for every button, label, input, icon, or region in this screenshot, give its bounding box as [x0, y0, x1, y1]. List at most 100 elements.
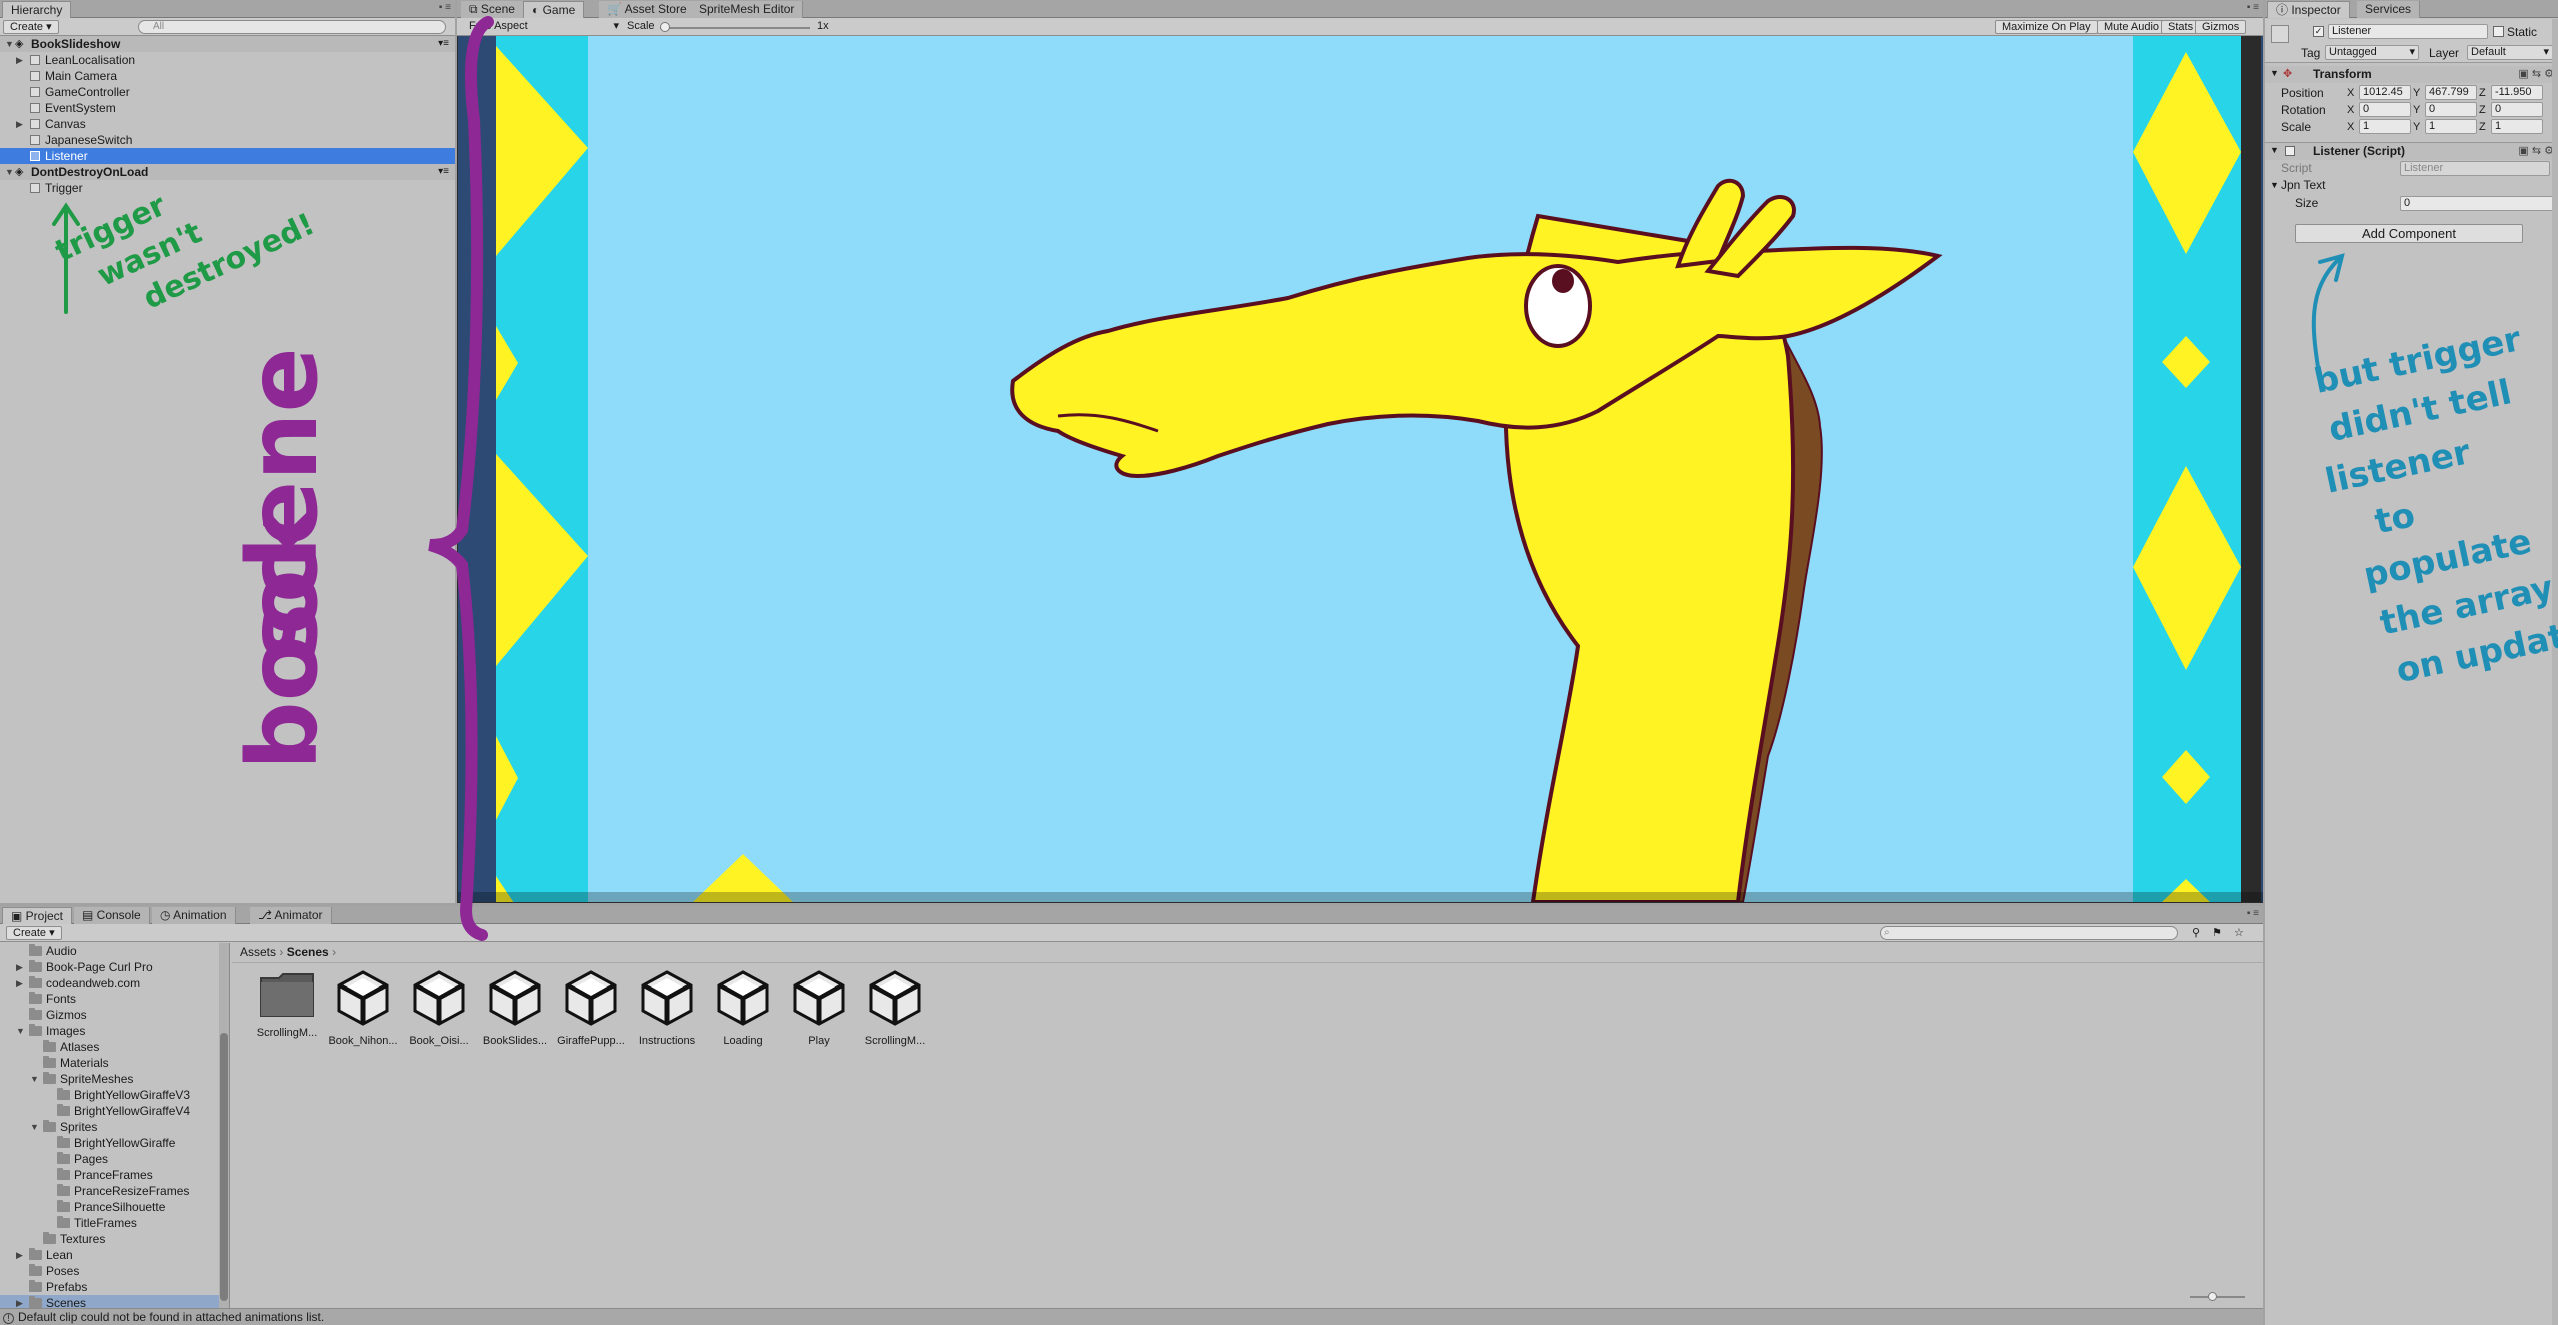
transform-rotation-y-field[interactable]: 0: [2425, 102, 2477, 117]
game-view[interactable]: [458, 36, 2263, 902]
fold-arrow-icon[interactable]: ▼: [5, 36, 14, 52]
expand-arrow-icon[interactable]: ▶: [16, 975, 23, 991]
folder-tree-item[interactable]: PranceFrames: [0, 1167, 219, 1183]
folder-tree-item[interactable]: Prefabs: [0, 1279, 219, 1295]
script-enabled-checkbox[interactable]: [2285, 146, 2295, 156]
fold-arrow-icon[interactable]: ▼: [2270, 145, 2279, 155]
static-checkbox[interactable]: [2493, 26, 2504, 37]
inspector-scrollbar[interactable]: [2552, 19, 2558, 1325]
fold-arrow-icon[interactable]: ▼: [5, 164, 14, 180]
folder-tree-item[interactable]: PranceSilhouette: [0, 1199, 219, 1215]
breadcrumb-scenes[interactable]: Scenes: [287, 945, 329, 959]
component-settings-icon[interactable]: ▣ ⇆ ⚙: [2518, 144, 2554, 157]
folder-tree-item[interactable]: ▶ Scenes: [0, 1295, 219, 1308]
tag-dropdown[interactable]: Untagged ▾: [2325, 45, 2419, 60]
folder-tree-item[interactable]: ▼ Sprites: [0, 1119, 219, 1135]
mute-audio-toggle[interactable]: Mute Audio: [2097, 20, 2167, 34]
folder-tree-item[interactable]: Audio: [0, 943, 219, 959]
asset-scene-file[interactable]: Instructions: [631, 968, 703, 1047]
hierarchy-item[interactable]: Listener: [0, 148, 455, 164]
hierarchy-item[interactable]: GameController: [0, 84, 455, 100]
folder-tree-item[interactable]: TitleFrames: [0, 1215, 219, 1231]
expand-arrow-icon[interactable]: ▶: [16, 1247, 23, 1263]
filter-label-icon[interactable]: ⚑: [2212, 926, 2222, 939]
scale-slider-thumb[interactable]: [660, 22, 670, 32]
asset-scene-file[interactable]: Loading: [707, 968, 779, 1047]
component-settings-icon[interactable]: ▣ ⇆ ⚙: [2518, 67, 2554, 80]
hierarchy-search-input[interactable]: All: [138, 20, 446, 34]
transform-position-z-field[interactable]: -11.950: [2491, 85, 2543, 100]
folder-tree-item[interactable]: Poses: [0, 1263, 219, 1279]
scale-slider[interactable]: [660, 22, 810, 32]
folder-tree-item[interactable]: Gizmos: [0, 1007, 219, 1023]
tab-scene[interactable]: ⧉ Scene: [461, 1, 524, 18]
hierarchy-item[interactable]: ▶ LeanLocalisation: [0, 52, 455, 68]
transform-scale-y-field[interactable]: 1: [2425, 119, 2477, 134]
aspect-dropdown[interactable]: Free Aspect ▾: [463, 20, 623, 34]
tree-scrollbar-thumb[interactable]: [220, 1033, 228, 1301]
folder-tree-item[interactable]: ▶ codeandweb.com: [0, 975, 219, 991]
asset-scene-file[interactable]: GiraffePupp...: [555, 968, 627, 1047]
expand-arrow-icon[interactable]: ▶: [16, 1295, 23, 1308]
folder-tree-item[interactable]: ▶ Book-Page Curl Pro: [0, 959, 219, 975]
create-button[interactable]: Create ▾: [3, 20, 59, 34]
folder-tree-item[interactable]: Fonts: [0, 991, 219, 1007]
folder-tree-item[interactable]: Textures: [0, 1231, 219, 1247]
hierarchy-item[interactable]: EventSystem: [0, 100, 455, 116]
folder-tree-item[interactable]: Pages: [0, 1151, 219, 1167]
add-component-button[interactable]: Add Component: [2295, 224, 2523, 243]
hierarchy-item[interactable]: JapaneseSwitch: [0, 132, 455, 148]
tab-console[interactable]: ▤ Console: [74, 907, 150, 924]
filter-type-icon[interactable]: ⚲: [2192, 926, 2200, 939]
folder-tree-item[interactable]: BrightYellowGiraffe: [0, 1135, 219, 1151]
folder-tree-item[interactable]: ▼ SpriteMeshes: [0, 1071, 219, 1087]
asset-scene-file[interactable]: ScrollingM...: [859, 968, 931, 1047]
panel-menu-icon[interactable]: ▪ ≡: [2247, 908, 2259, 919]
tab-inspector[interactable]: ⓘ Inspector: [2267, 1, 2350, 18]
breadcrumb-assets[interactable]: Assets: [240, 945, 276, 959]
transform-position-x-field[interactable]: 1012.45: [2359, 85, 2411, 100]
scene-menu-icon[interactable]: ▾≡: [438, 36, 449, 52]
active-checkbox[interactable]: ✓: [2313, 26, 2324, 37]
hierarchy-item[interactable]: ▶ Canvas: [0, 116, 455, 132]
expand-arrow-icon[interactable]: ▶: [16, 116, 23, 132]
folder-tree-item[interactable]: ▼ Images: [0, 1023, 219, 1039]
folder-tree-item[interactable]: BrightYellowGiraffeV4: [0, 1103, 219, 1119]
tab-project[interactable]: ▣ Project: [2, 907, 73, 924]
zoom-slider-thumb[interactable]: [2208, 1292, 2217, 1301]
fold-arrow-icon[interactable]: ▼: [2270, 68, 2279, 78]
project-create-button[interactable]: Create ▾: [6, 926, 62, 940]
tab-hierarchy[interactable]: Hierarchy: [2, 1, 72, 18]
project-search-input[interactable]: ⌕: [1880, 926, 2178, 940]
asset-scene-file[interactable]: BookSlides...: [479, 968, 551, 1047]
folder-tree-item[interactable]: ▶ Lean: [0, 1247, 219, 1263]
asset-folder[interactable]: ScrollingM...: [251, 968, 323, 1039]
transform-scale-z-field[interactable]: 1: [2491, 119, 2543, 134]
asset-scene-file[interactable]: Book_Oisi...: [403, 968, 475, 1047]
transform-rotation-z-field[interactable]: 0: [2491, 102, 2543, 117]
asset-scene-file[interactable]: Play: [783, 968, 855, 1047]
panel-menu-icon[interactable]: ▪ ≡: [2247, 2, 2259, 13]
maximize-on-play-toggle[interactable]: Maximize On Play: [1995, 20, 2098, 34]
object-name-field[interactable]: Listener: [2328, 24, 2488, 39]
folder-tree-item[interactable]: BrightYellowGiraffeV3: [0, 1087, 219, 1103]
panel-menu-icon[interactable]: ▪ ≡: [439, 2, 451, 13]
transform-scale-x-field[interactable]: 1: [2359, 119, 2411, 134]
tab-asset-store[interactable]: 🛒 Asset Store: [599, 1, 696, 18]
folder-tree-item[interactable]: PranceResizeFrames: [0, 1183, 219, 1199]
expand-arrow-icon[interactable]: ▶: [16, 959, 23, 975]
tree-scrollbar[interactable]: [219, 943, 229, 1308]
folder-tree-item[interactable]: Atlases: [0, 1039, 219, 1055]
scene-menu-icon[interactable]: ▾≡: [438, 164, 449, 180]
transform-header[interactable]: ▼ ✥ Transform ▣ ⇆ ⚙: [2265, 66, 2558, 83]
expand-arrow-icon[interactable]: ▼: [30, 1119, 39, 1135]
expand-arrow-icon[interactable]: ▼: [30, 1071, 39, 1087]
hierarchy-item[interactable]: Main Camera: [0, 68, 455, 84]
fold-arrow-icon[interactable]: ▼: [2270, 180, 2279, 190]
transform-position-y-field[interactable]: 467.799: [2425, 85, 2477, 100]
expand-arrow-icon[interactable]: ▼: [16, 1023, 25, 1039]
script-header[interactable]: ▼ Listener (Script) ▣ ⇆ ⚙: [2265, 143, 2558, 160]
zoom-slider[interactable]: [2190, 1292, 2245, 1301]
tab-game[interactable]: ◐ Game: [523, 1, 585, 18]
layer-dropdown[interactable]: Default ▾: [2467, 45, 2553, 60]
